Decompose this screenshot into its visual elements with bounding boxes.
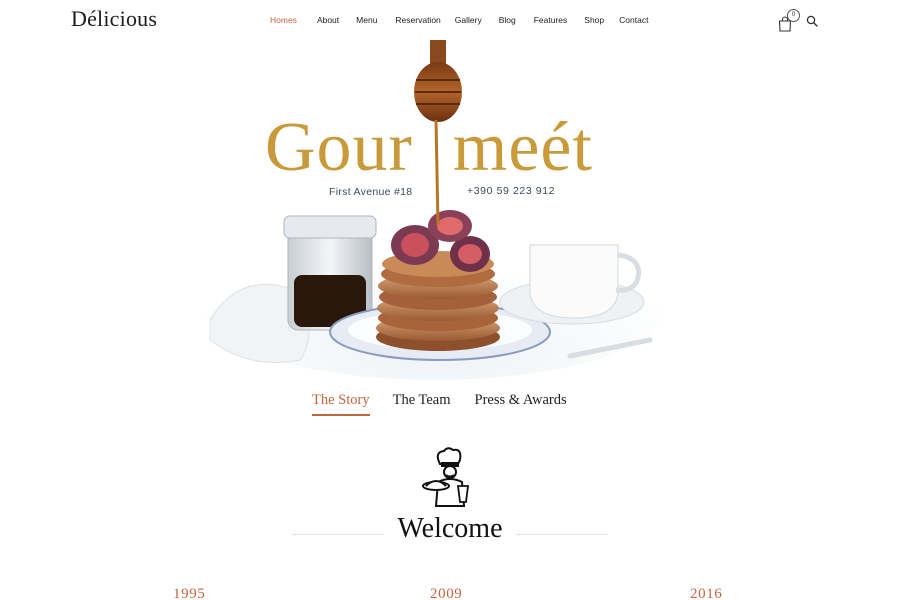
main-nav: Homes About Menu Reservation Gallery Blo… xyxy=(270,15,648,25)
hero-phone[interactable]: +390 59 223 912 xyxy=(467,185,555,197)
cart-button[interactable]: 0 xyxy=(778,9,800,32)
nav-item-menu[interactable]: Menu xyxy=(356,15,377,25)
chef-waiter-icon xyxy=(422,447,470,507)
timeline-year: 1995 xyxy=(173,586,206,600)
nav-item-reservation[interactable]: Reservation xyxy=(395,15,440,25)
tab-press-awards[interactable]: Press & Awards xyxy=(475,392,567,414)
hero-title-left: Gour xyxy=(265,109,413,186)
search-button[interactable] xyxy=(806,14,818,27)
welcome-divider-right xyxy=(516,534,608,535)
cart-count-badge: 0 xyxy=(787,9,800,22)
timeline-year: 2016 xyxy=(690,586,723,600)
nav-item-homes[interactable]: Homes xyxy=(270,15,297,25)
story-tabs: The Story The Team Press & Awards xyxy=(312,392,567,416)
site-logo[interactable]: Délicious xyxy=(71,6,157,32)
nav-item-gallery[interactable]: Gallery xyxy=(455,15,482,25)
hero-address: First Avenue #18 xyxy=(329,186,413,198)
hero-title-right: meét xyxy=(452,109,593,186)
nav-item-features[interactable]: Features xyxy=(534,15,568,25)
welcome-heading: Welcome xyxy=(397,513,503,544)
tab-the-team[interactable]: The Team xyxy=(393,392,451,414)
site-header: Délicious Homes About Menu Reservation G… xyxy=(0,0,900,42)
welcome-divider-left xyxy=(292,534,384,535)
timeline-year: 2009 xyxy=(430,586,463,600)
hero-title: Gour meét xyxy=(265,110,625,186)
search-icon xyxy=(806,15,818,27)
tab-the-story[interactable]: The Story xyxy=(312,392,370,416)
nav-item-about[interactable]: About xyxy=(317,15,339,25)
hero-food-image xyxy=(205,40,665,380)
nav-item-shop[interactable]: Shop xyxy=(584,15,604,25)
nav-item-contact[interactable]: Contact xyxy=(619,15,648,25)
nav-item-blog[interactable]: Blog xyxy=(499,15,516,25)
